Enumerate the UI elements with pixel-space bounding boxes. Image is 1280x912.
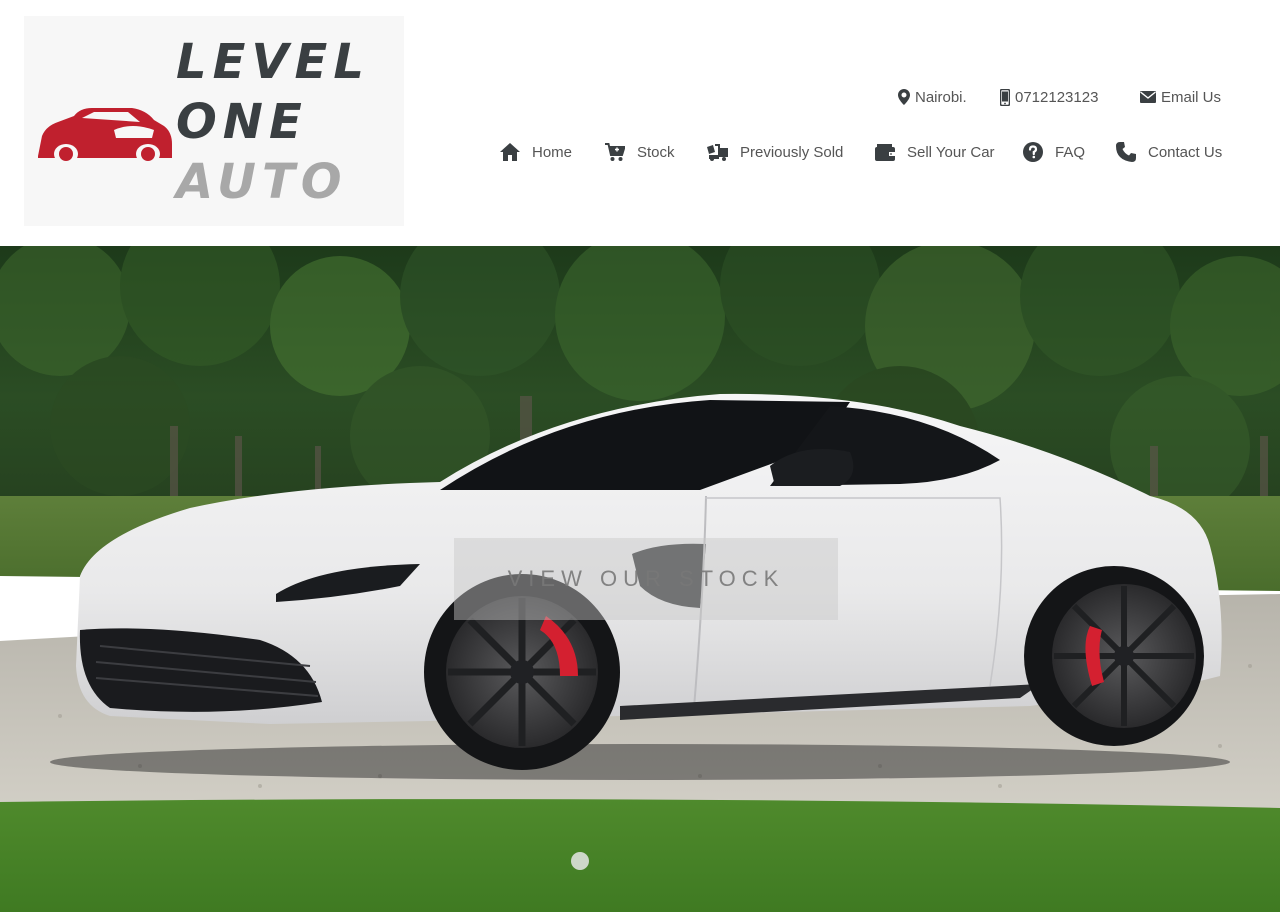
nav-item-previously-sold[interactable]: Previously Sold [707,140,843,164]
nav-label-contact-us: Contact Us [1148,143,1223,161]
car-logo-icon [38,108,172,164]
contact-location: Nairobi. [898,86,967,108]
mobile-phone-icon [1000,88,1010,106]
nav-item-contact-us[interactable]: Contact Us [1116,140,1222,164]
contact-phone[interactable]: 0712123123 [1000,86,1098,108]
nav-label-previously-sold: Previously Sold [740,143,844,161]
view-our-stock-button[interactable]: VIEW OUR STOCK [454,538,838,620]
site-logo[interactable]: LEVEL ONE AUTO [24,16,404,226]
site-header: LEVEL ONE AUTO Nairobi. 0712123123 Email… [0,0,1280,246]
question-circle-icon [1023,142,1043,162]
nav-label-faq: FAQ [1055,143,1086,161]
logo-text-line-1: LEVEL [176,34,370,90]
nav-item-sell-your-car[interactable]: Sell Your Car [875,140,995,164]
map-marker-icon [898,89,910,105]
nav-item-home[interactable]: Home [500,140,572,164]
phone-icon [1116,142,1136,162]
nav-label-stock: Stock [637,143,675,161]
envelope-icon [1140,91,1156,103]
nav-label-sell-your-car: Sell Your Car [907,143,995,161]
contact-email[interactable]: Email Us [1140,86,1221,108]
location-text: Nairobi. [915,88,967,106]
home-icon [500,143,520,161]
logo-text-line-2: ONE [176,94,308,150]
phone-number: 0712123123 [1015,88,1099,106]
nav-label-home: Home [532,143,573,161]
slider-dot[interactable] [571,852,589,870]
cart-icon [605,142,625,161]
nav-item-faq[interactable]: FAQ [1023,140,1085,164]
wallet-icon [875,143,895,161]
logo-text-line-3: AUTO [176,154,348,210]
email-link: Email Us [1161,88,1222,106]
nav-item-stock[interactable]: Stock [605,140,675,164]
truck-icon [707,143,728,161]
